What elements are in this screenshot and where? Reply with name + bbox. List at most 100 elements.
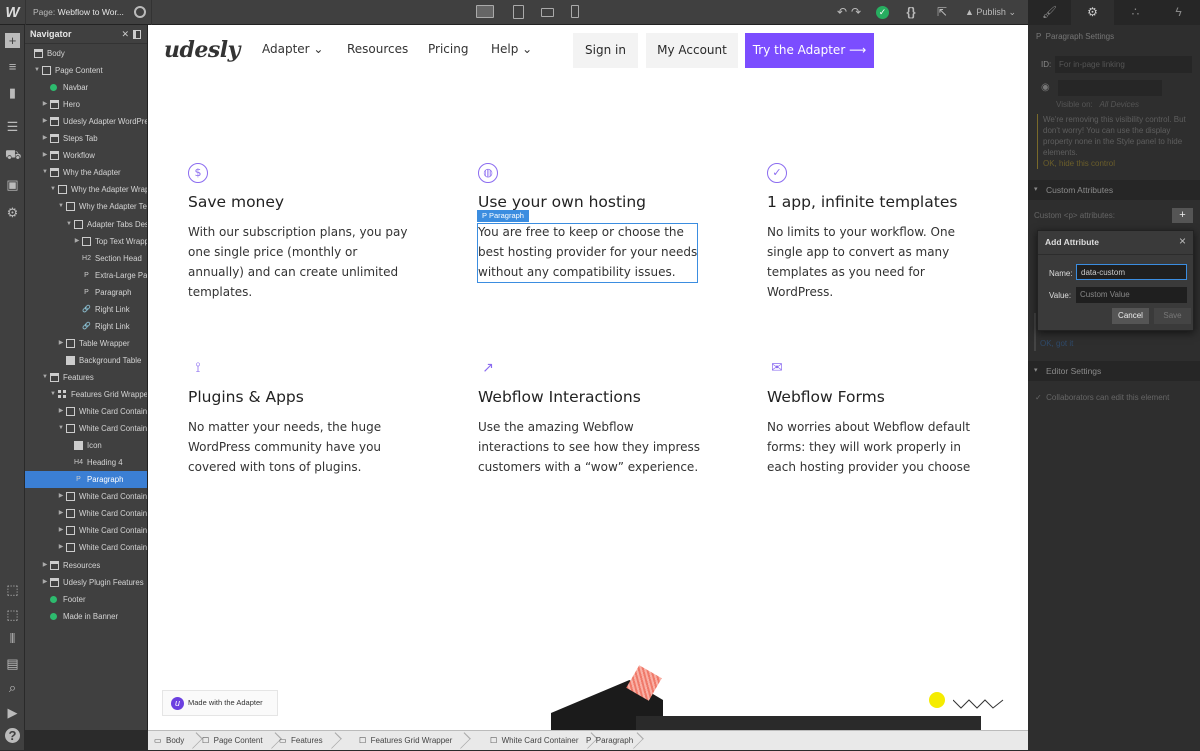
select-tool-icon[interactable]: ⬚ (5, 582, 20, 597)
preview-eye-icon[interactable] (134, 6, 146, 18)
navigator-item[interactable]: ▼ Page Content (25, 62, 147, 79)
navigator-item[interactable]: P Extra-Large Paragraph (25, 267, 147, 284)
dock-panel-icon[interactable] (133, 30, 141, 39)
navigator-item[interactable]: 🔗 Right Link (25, 318, 147, 335)
navigator-item[interactable]: H2 Section Head (25, 250, 147, 267)
hide-control-link[interactable]: OK, hide this control (1043, 159, 1115, 168)
navigator-item[interactable]: ▼ Adapter Tabs Description (25, 216, 147, 233)
navigator-item[interactable]: ▶ White Card Container (25, 522, 147, 539)
navigator-item[interactable]: P Paragraph (25, 471, 147, 489)
caret-icon[interactable]: ▶ (42, 96, 48, 113)
publish-button[interactable]: ▲ Publish ⌄ (965, 0, 1016, 25)
mobile-portrait-icon[interactable] (571, 5, 579, 18)
audit-icon[interactable]: ⦀ (5, 631, 20, 646)
video-icon[interactable]: ▶ (5, 705, 20, 720)
breadcrumb-item[interactable]: ▭ Body (154, 731, 192, 751)
export-icon[interactable]: ⇱ (933, 0, 951, 25)
navigator-item[interactable]: ▶ Top Text Wrapper (25, 233, 147, 250)
feature-text[interactable]: Use the amazing Webflow interactions to … (478, 417, 703, 477)
cancel-button[interactable]: Cancel (1112, 308, 1149, 324)
lightning-icon[interactable]: ϟ (1157, 0, 1200, 25)
nav-help[interactable]: Help ⌄ (491, 42, 532, 56)
style-brush-icon[interactable]: 🖌 (1028, 0, 1071, 25)
editor-settings-section[interactable]: Editor Settings (1028, 361, 1200, 381)
caret-icon[interactable]: ▼ (42, 369, 48, 386)
navigator-item[interactable]: ▼ Why the Adapter (25, 164, 147, 181)
navigator-item[interactable]: H4 Heading 4 (25, 454, 147, 471)
brand-logo[interactable]: udesly (164, 37, 240, 63)
caret-icon[interactable]: ▶ (58, 522, 64, 539)
ecommerce-cart-icon[interactable]: ⛟ (5, 147, 21, 162)
device-visibility-toggles[interactable] (1058, 80, 1162, 96)
navigator-item[interactable]: ▼ Why the Adapter Wrapper (25, 181, 147, 198)
tablet-device-icon[interactable] (513, 5, 524, 19)
navigator-item[interactable]: ▶ Udesly Plugin Features (25, 574, 147, 591)
caret-icon[interactable]: ▼ (50, 386, 56, 403)
pages-icon[interactable]: ▮ (5, 85, 20, 100)
caret-icon[interactable]: ▶ (58, 335, 64, 352)
navigator-item[interactable]: ▶ Steps Tab (25, 130, 147, 147)
navigator-item[interactable]: ▶ White Card Container (25, 539, 147, 556)
navigator-item[interactable]: ▼ Features Grid Wrapper (25, 386, 147, 403)
try-adapter-button[interactable]: Try the Adapter ⟶ (745, 33, 874, 68)
navigator-icon[interactable]: ≡ (5, 59, 20, 74)
caret-icon[interactable]: ▼ (66, 216, 72, 233)
feature-text[interactable]: With our subscription plans, you pay one… (188, 222, 413, 302)
navigator-item[interactable]: Navbar (25, 79, 147, 96)
navigator-item[interactable]: ▶ Resources (25, 557, 147, 574)
visibility-eye-icon[interactable]: ◉ (1041, 82, 1050, 93)
caret-icon[interactable]: ▶ (58, 505, 64, 522)
navigator-item[interactable]: ▶ Hero (25, 96, 147, 113)
interactions-drops-icon[interactable]: ∴ (1114, 0, 1157, 25)
add-attribute-button[interactable]: + (1172, 208, 1193, 223)
caret-icon[interactable]: ▼ (50, 181, 56, 198)
redo-icon[interactable]: ↷ (849, 0, 863, 25)
breadcrumb-item[interactable]: ☐ White Card Container (490, 731, 587, 751)
caret-icon[interactable]: ▶ (74, 233, 80, 250)
collaborators-checkbox[interactable]: ✓ Collaborators can edit this element (1035, 393, 1169, 402)
breadcrumb-item[interactable]: ☐ Features Grid Wrapper (359, 731, 460, 751)
navigator-item[interactable]: Body (25, 45, 147, 62)
navigator-item[interactable]: ▶ White Card Container (25, 403, 147, 420)
responsive-icon[interactable]: ▤ (5, 656, 20, 671)
nav-adapter[interactable]: Adapter ⌄ (262, 42, 323, 56)
caret-icon[interactable]: ▼ (42, 164, 48, 181)
caret-icon[interactable]: ▶ (42, 113, 48, 130)
made-with-adapter-badge[interactable]: u Made with the Adapter (162, 690, 278, 716)
caret-icon[interactable]: ▶ (42, 557, 48, 574)
help-icon[interactable]: ? (5, 728, 20, 743)
caret-icon[interactable]: ▶ (42, 574, 48, 591)
navigator-item[interactable]: ▶ Table Wrapper (25, 335, 147, 352)
page-selector[interactable]: Page: Webflow to Wor... (25, 0, 152, 25)
navigator-item[interactable]: Footer (25, 591, 147, 608)
navigator-item[interactable]: Made in Banner (25, 608, 147, 625)
navigator-item[interactable]: ▼ Why the Adapter Text (25, 198, 147, 215)
search-icon[interactable]: ⌕ (5, 680, 20, 695)
code-icon[interactable]: {} (902, 0, 920, 25)
close-icon[interactable]: × (1179, 234, 1186, 248)
caret-icon[interactable]: ▼ (58, 198, 64, 215)
navigator-item[interactable]: ▶ Udesly Adapter WordPress (25, 113, 147, 130)
nav-resources[interactable]: Resources (347, 42, 408, 56)
collapse-icon[interactable]: ✕ (121, 25, 129, 44)
feature-text[interactable]: No limits to your workflow. One single a… (767, 222, 992, 302)
undo-icon[interactable]: ↶ (835, 0, 849, 25)
feature-text[interactable]: No worries about Webflow default forms: … (767, 417, 992, 477)
navigator-item[interactable]: ▶ White Card Container (25, 505, 147, 522)
custom-attributes-section[interactable]: Custom Attributes (1028, 180, 1200, 200)
sign-in-button[interactable]: Sign in (573, 33, 638, 68)
breadcrumb-item[interactable]: P Paragraph (586, 731, 633, 751)
selected-element-tag[interactable]: P Paragraph (477, 210, 529, 222)
caret-icon[interactable]: ▶ (58, 403, 64, 420)
id-input[interactable]: For in-page linking (1055, 56, 1192, 73)
save-button[interactable]: Save (1154, 308, 1191, 324)
desktop-device-icon[interactable] (476, 5, 494, 18)
caret-icon[interactable]: ▼ (34, 62, 40, 79)
navigator-item[interactable]: Background Table (25, 352, 147, 369)
caret-icon[interactable]: ▶ (58, 488, 64, 505)
navigator-item[interactable]: ▼ White Card Container (25, 420, 147, 437)
feature-text[interactable]: No matter your needs, the huge WordPress… (188, 417, 413, 477)
navigator-item[interactable]: ▼ Features (25, 369, 147, 386)
settings-gear-tab-icon[interactable]: ⚙ (1071, 0, 1114, 25)
navigator-item[interactable]: P Paragraph (25, 284, 147, 301)
